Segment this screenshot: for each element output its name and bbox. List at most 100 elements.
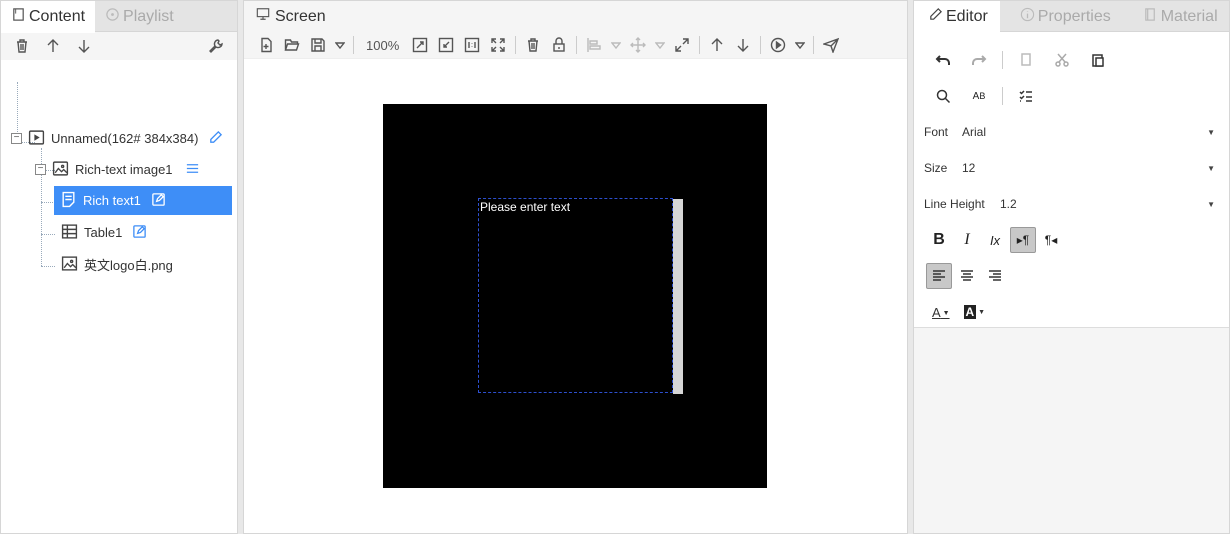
save-icon[interactable] [309,36,327,54]
ltr-button[interactable]: ▸¶ [1010,227,1036,253]
editor-pencil-icon [928,7,943,27]
alignment-row [914,258,1229,294]
rich-text-scrollbar[interactable] [673,199,683,394]
new-file-icon[interactable] [257,36,275,54]
content-tree: − Unnamed(162# 384x384) − Rich-text imag… [1,60,237,273]
edit-icon[interactable] [132,224,147,242]
tree-group-label: Rich-text image1 [75,162,173,177]
move-down-icon[interactable] [75,37,93,55]
align-right-icon[interactable] [982,263,1008,289]
delete-icon[interactable] [13,37,31,55]
screen-canvas[interactable]: Please enter text [383,104,767,488]
line-height-field[interactable]: Line Height 1.2 ▼ [914,186,1229,222]
tree-item-image[interactable]: 英文logo白.png [61,250,173,279]
trash-icon[interactable] [524,36,542,54]
maximize-icon[interactable] [673,36,691,54]
editor-empty-area [914,327,1229,533]
background-color-button[interactable]: A ▼ [963,305,985,319]
left-tabs: Content Playlist [1,1,237,33]
tab-playlist[interactable]: Playlist [95,1,184,32]
save-dropdown-icon[interactable] [335,36,345,54]
tab-content[interactable]: Content [1,1,96,33]
move-dropdown-icon[interactable] [655,36,666,54]
line-height-select[interactable]: 1.2 [1000,197,1207,211]
lock-icon[interactable] [550,36,568,54]
screen-title: Screen [275,7,326,25]
tab-playlist-label: Playlist [123,7,174,25]
tab-properties-label: Properties [1037,7,1111,25]
paste-icon[interactable] [1085,47,1111,73]
layer-down-icon[interactable] [734,36,752,54]
align-left-icon[interactable] [926,263,952,289]
edit-actions-row [914,42,1229,78]
send-icon[interactable] [822,36,840,54]
fit-expand-icon[interactable] [411,36,429,54]
material-book-icon [1143,7,1158,27]
tab-editor[interactable]: Editor [914,1,1000,33]
font-dropdown-icon[interactable]: ▼ [1207,128,1215,137]
font-field[interactable]: Font Arial ▼ [914,114,1229,150]
color-row: A ▼ A ▼ [914,294,1229,330]
checklist-icon[interactable] [1013,83,1039,109]
tree-group[interactable]: − Rich-text image1 [35,155,200,184]
search-icon[interactable] [930,83,956,109]
collapse-group-toggle[interactable]: − [35,164,46,175]
clear-format-button[interactable]: Ix [982,227,1008,253]
size-field[interactable]: Size 12 ▼ [914,150,1229,186]
size-label: Size [924,161,948,175]
replace-case-icon[interactable]: AB [966,83,992,109]
tree-root-label: Unnamed(162# 384x384) [51,131,199,146]
tab-editor-label: Editor [946,8,988,25]
move-up-icon[interactable] [44,37,62,55]
font-color-label: A [932,304,941,320]
rich-text-placeholder[interactable]: Please enter text [479,199,672,214]
undo-icon[interactable] [930,47,956,73]
rich-text-frame[interactable]: Please enter text [478,198,683,394]
size-dropdown-icon[interactable]: ▼ [1207,164,1215,173]
playlist-tab-icon [105,7,120,27]
screen-panel: Screen 100% Please enter text [243,0,908,534]
layer-up-icon[interactable] [708,36,726,54]
size-select[interactable]: 12 [962,161,1207,175]
actual-size-icon[interactable] [463,36,481,54]
content-tab-icon [11,7,26,27]
editor-panel: Editor Properties Material AB Font Arial… [913,0,1230,534]
align-center-icon[interactable] [954,263,980,289]
play-icon[interactable] [769,36,787,54]
bold-button[interactable]: B [926,227,952,253]
tree-item-label: Table1 [84,225,123,240]
font-select[interactable]: Arial [962,125,1207,139]
collapse-root-toggle[interactable]: − [11,133,22,144]
copy-icon[interactable] [1013,47,1039,73]
zoom-level[interactable]: 100% [362,38,403,53]
app-root: Content Playlist − Unnamed(162# 384x384)… [0,0,1230,534]
italic-button[interactable]: I [954,227,980,253]
edit-icon[interactable] [151,192,166,210]
tab-properties[interactable]: Properties [1000,1,1123,32]
move-icon[interactable] [629,36,647,54]
tab-material[interactable]: Material [1123,1,1218,32]
tree-root[interactable]: − Unnamed(162# 384x384) [11,124,223,153]
redo-icon[interactable] [966,47,992,73]
tree-item-label: 英文logo白.png [84,258,173,273]
align-dropdown-icon[interactable] [611,36,622,54]
font-label: Font [924,125,949,139]
align-icon[interactable] [585,36,603,54]
fullscreen-icon[interactable] [489,36,507,54]
rich-text-icon [60,191,77,211]
rtl-button[interactable]: ¶◂ [1038,227,1064,253]
wrench-icon[interactable] [207,37,225,55]
fit-shrink-icon[interactable] [437,36,455,54]
list-icon[interactable] [185,161,200,179]
tree-item-table[interactable]: Table1 [61,218,147,247]
font-color-button[interactable]: A ▼ [932,305,950,320]
cut-icon[interactable] [1049,47,1075,73]
image-window-icon [52,160,69,180]
open-folder-icon[interactable] [283,36,301,54]
right-tabs: Editor Properties Material [914,1,1229,33]
line-height-dropdown-icon[interactable]: ▼ [1207,200,1215,209]
tree-item-rich-text[interactable]: Rich text1 [54,186,232,215]
edit-pencil-icon[interactable] [208,130,223,148]
play-dropdown-icon[interactable] [795,36,806,54]
search-actions-row: AB [914,78,1229,114]
